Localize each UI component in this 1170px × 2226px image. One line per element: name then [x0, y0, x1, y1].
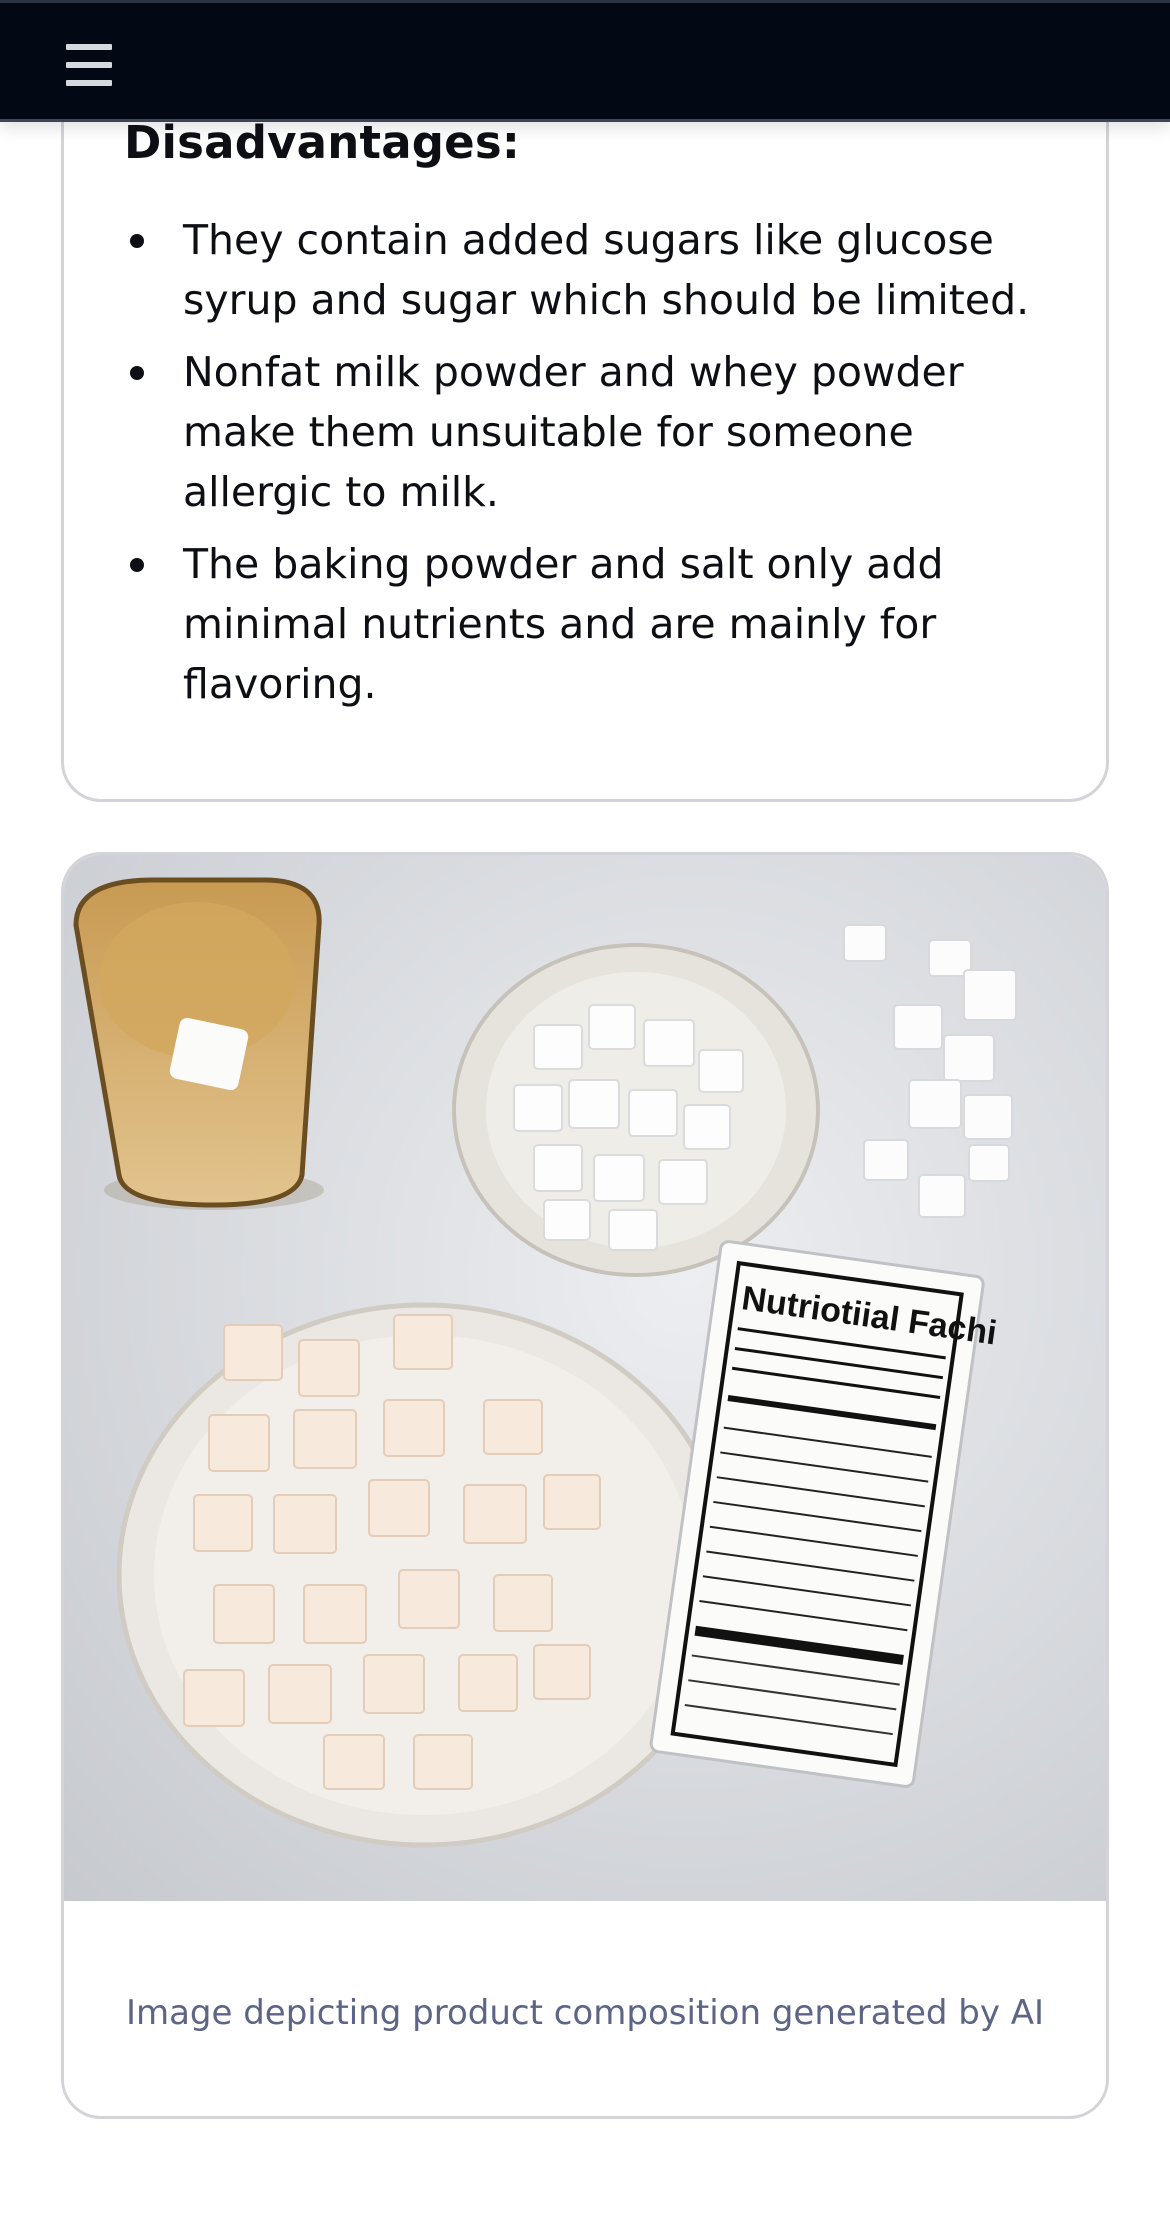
- disadvantages-list: They contain added sugars like glucose s…: [124, 210, 1064, 726]
- image-caption: Image depicting product composition gene…: [125, 1993, 1045, 2033]
- list-item: They contain added sugars like glucose s…: [124, 210, 1064, 330]
- section-heading: Disadvantages:: [124, 116, 521, 169]
- list-item: Nonfat milk powder and whey powder make …: [124, 342, 1064, 522]
- image-card: Nutriotiial Fachi Image depicting produc…: [61, 852, 1109, 2119]
- hamburger-menu-icon[interactable]: [66, 44, 112, 86]
- product-composition-image: Nutriotiial Fachi: [64, 855, 1106, 1901]
- top-nav-bar: [0, 0, 1170, 122]
- list-item: The baking powder and salt only add mini…: [124, 534, 1064, 714]
